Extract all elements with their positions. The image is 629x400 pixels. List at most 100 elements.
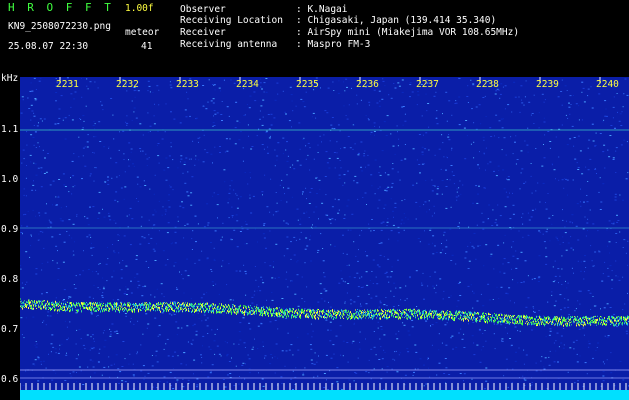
trace-speck xyxy=(212,305,213,308)
noise-speck xyxy=(435,91,437,93)
noise-speck xyxy=(371,219,373,220)
noise-speck xyxy=(41,120,43,122)
trace-speck xyxy=(243,305,244,307)
trace-speck xyxy=(440,317,441,320)
trace-speck xyxy=(161,306,162,308)
trace-speck xyxy=(35,305,36,307)
trace-speck xyxy=(220,307,221,310)
noise-speck xyxy=(390,271,393,273)
noise-speck xyxy=(277,276,280,278)
noise-speck xyxy=(155,211,157,213)
trace-speck xyxy=(119,305,120,307)
noise-speck xyxy=(204,314,206,316)
noise-speck xyxy=(405,285,407,287)
noise-speck xyxy=(319,135,321,137)
trace-speck xyxy=(353,313,354,314)
noise-speck xyxy=(328,301,329,303)
noise-speck xyxy=(295,105,297,107)
noise-speck xyxy=(94,167,96,169)
trace-speck xyxy=(287,313,288,316)
noise-speck xyxy=(97,87,99,89)
trace-speck xyxy=(243,313,244,315)
trace-speck xyxy=(431,316,432,318)
noise-speck xyxy=(336,367,339,369)
trace-speck xyxy=(259,310,260,312)
noise-speck xyxy=(123,198,125,200)
noise-speck xyxy=(313,376,315,378)
noise-speck xyxy=(148,267,150,268)
trace-speck xyxy=(235,308,236,311)
noise-speck xyxy=(451,335,454,337)
noise-speck xyxy=(351,213,354,215)
noise-speck xyxy=(504,327,506,329)
noise-speck xyxy=(478,329,481,331)
trace-speck xyxy=(128,303,129,306)
noise-speck xyxy=(186,258,189,260)
noise-speck xyxy=(574,158,577,160)
noise-speck xyxy=(589,158,592,160)
noise-speck xyxy=(87,224,90,226)
trace-speck xyxy=(529,319,530,321)
trace-speck xyxy=(302,311,303,313)
noise-speck xyxy=(120,277,123,279)
noise-speck xyxy=(622,247,624,248)
trace-speck xyxy=(444,315,445,318)
noise-speck xyxy=(443,234,445,236)
noise-speck xyxy=(518,230,520,232)
noise-speck xyxy=(233,343,235,345)
trace-speck xyxy=(348,315,349,317)
noise-speck xyxy=(245,294,247,296)
trace-speck xyxy=(496,318,497,320)
noise-speck xyxy=(428,200,430,202)
noise-speck xyxy=(173,301,176,302)
trace-speck xyxy=(218,310,219,312)
noise-speck xyxy=(211,364,214,366)
noise-speck xyxy=(213,247,215,249)
noise-speck xyxy=(117,299,120,301)
trace-speck xyxy=(38,306,39,308)
trace-speck xyxy=(291,316,292,318)
trace-speck xyxy=(435,312,436,314)
noise-speck xyxy=(573,348,575,350)
noise-speck xyxy=(588,139,591,141)
noise-speck xyxy=(62,300,65,302)
noise-speck xyxy=(297,305,300,307)
noise-speck xyxy=(260,78,262,80)
noise-speck xyxy=(527,275,529,277)
noise-speck xyxy=(475,106,478,108)
noise-speck xyxy=(244,243,246,245)
trace-speck xyxy=(460,314,461,317)
trace-speck xyxy=(203,305,204,307)
noise-speck xyxy=(250,212,253,214)
trace-speck xyxy=(218,311,219,313)
observer-label: Observer xyxy=(180,4,226,15)
trace-speck xyxy=(281,314,282,316)
trace-speck xyxy=(336,311,337,313)
noise-speck xyxy=(231,206,233,208)
noise-speck xyxy=(508,287,511,289)
noise-speck xyxy=(612,223,615,225)
trace-speck xyxy=(43,307,44,309)
trace-speck xyxy=(104,308,105,310)
noise-speck xyxy=(376,102,379,104)
noise-speck xyxy=(572,341,575,343)
noise-speck xyxy=(193,359,196,361)
trace-speck xyxy=(486,313,487,316)
noise-speck xyxy=(257,348,259,349)
noise-speck xyxy=(510,228,512,230)
noise-speck xyxy=(177,327,180,329)
trace-speck xyxy=(84,302,85,305)
trace-speck xyxy=(434,311,435,313)
noise-speck xyxy=(305,158,307,160)
noise-speck xyxy=(169,81,171,83)
noise-speck xyxy=(473,292,475,294)
trace-speck xyxy=(357,317,358,320)
trace-speck xyxy=(424,315,425,318)
noise-speck xyxy=(484,95,486,97)
noise-speck xyxy=(549,141,552,142)
trace-speck xyxy=(296,317,297,318)
noise-speck xyxy=(129,321,131,323)
noise-speck xyxy=(82,344,85,346)
trace-speck xyxy=(200,306,201,308)
noise-speck xyxy=(202,161,205,163)
